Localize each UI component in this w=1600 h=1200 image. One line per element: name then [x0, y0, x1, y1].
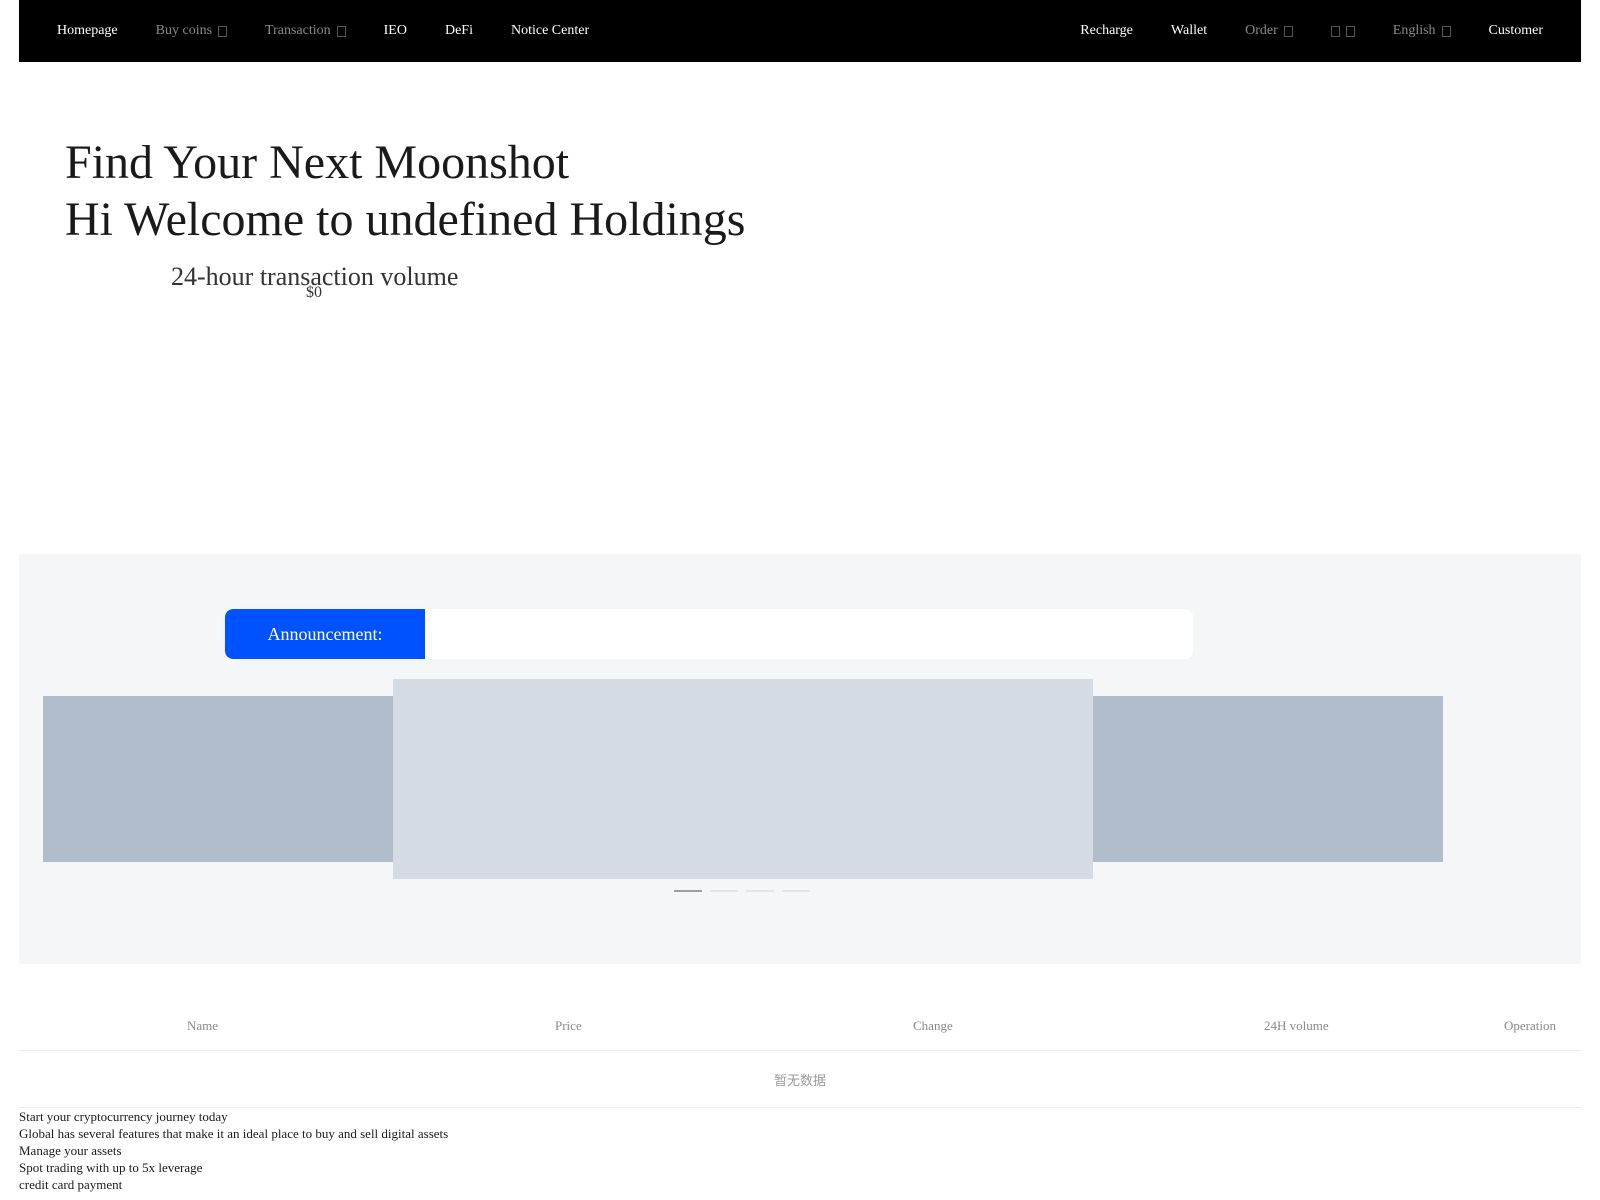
intro-line: Start your cryptocurrency journey today: [19, 1109, 228, 1124]
table-empty-row: 暂无数据: [19, 1051, 1581, 1108]
intro-line: Manage your assets: [19, 1143, 122, 1158]
nav-notice-center-label: Notice Center: [510, 23, 590, 38]
carousel-dot[interactable]: [746, 890, 774, 892]
nav-left-group: Homepage Buy coins Transaction IEO DeFi …: [19, 0, 627, 62]
user-icon: [1330, 25, 1340, 37]
nav-language-select[interactable]: English: [1393, 23, 1451, 39]
column-header-price[interactable]: Price: [555, 1018, 582, 1034]
nav-defi[interactable]: DeFi: [445, 23, 473, 39]
intro-line: Spot trading with up to 5x leverage: [19, 1160, 203, 1175]
chevron-down-icon: [1283, 25, 1293, 37]
nav-ieo-label: IEO: [383, 23, 407, 38]
hero-title: Find Your Next Moonshot Hi Welcome to un…: [65, 134, 745, 248]
announcement-bar[interactable]: Announcement:: [225, 609, 1193, 659]
nav-buy-coins[interactable]: Buy coins: [155, 23, 228, 39]
chevron-down-icon: [1345, 25, 1355, 37]
volume-value: $0: [306, 284, 322, 301]
nav-recharge-label: Recharge: [1080, 23, 1133, 38]
nav-wallet[interactable]: Wallet: [1171, 23, 1207, 39]
page: Homepage Buy coins Transaction IEO DeFi …: [0, 0, 1600, 1200]
nav-recharge[interactable]: Recharge: [1080, 23, 1133, 39]
carousel-slide-next[interactable]: [1093, 696, 1443, 862]
carousel-dot[interactable]: [782, 890, 810, 892]
hero-title-line1: Find Your Next Moonshot: [65, 136, 570, 189]
nav-right-group: Recharge Wallet Order English Customer: [1042, 0, 1581, 62]
chevron-down-icon: [1441, 25, 1451, 37]
nav-language-label: English: [1392, 23, 1436, 38]
carousel-slide-current[interactable]: [393, 679, 1093, 879]
column-header-name[interactable]: Name: [187, 1018, 218, 1034]
column-header-operation: Operation: [1504, 1018, 1556, 1033]
table-header: Name Price Change 24H volume Operation: [19, 1000, 1581, 1051]
carousel-slide-prev[interactable]: [43, 696, 393, 862]
nav-buy-coins-label: Buy coins: [155, 23, 213, 38]
nav-order-label: Order: [1245, 23, 1278, 38]
nav-user-menu[interactable]: [1330, 25, 1355, 37]
intro-line: Global has several features that make it…: [19, 1126, 449, 1141]
nav-ieo[interactable]: IEO: [384, 23, 407, 39]
carousel-dot[interactable]: [710, 890, 738, 892]
nav-homepage[interactable]: Homepage: [57, 23, 118, 39]
column-header-change[interactable]: Change: [913, 1018, 953, 1034]
banner-section: Announcement:: [19, 554, 1581, 964]
chevron-down-icon: [336, 25, 346, 37]
top-navbar: Homepage Buy coins Transaction IEO DeFi …: [19, 0, 1581, 62]
intro-line: credit card payment: [19, 1177, 123, 1192]
announcement-label: Announcement:: [225, 609, 425, 659]
nav-homepage-label: Homepage: [57, 23, 118, 38]
empty-text: 暂无数据: [773, 1073, 826, 1089]
nav-order[interactable]: Order: [1245, 23, 1293, 39]
market-table: Name Price Change 24H volume Operation 暂…: [19, 1000, 1581, 1108]
nav-transaction-label: Transaction: [265, 23, 331, 38]
carousel-dot[interactable]: [674, 890, 702, 892]
intro-section: Start your cryptocurrency journey today …: [19, 1108, 448, 1193]
column-header-24h-volume[interactable]: 24H volume: [1264, 1018, 1329, 1034]
nav-defi-label: DeFi: [444, 23, 473, 38]
nav-customer-label: Customer: [1488, 23, 1543, 38]
hero-title-line2: Hi Welcome to undefined Holdings: [65, 193, 746, 246]
chevron-down-icon: [218, 25, 228, 37]
nav-customer[interactable]: Customer: [1489, 23, 1543, 39]
carousel-indicators: [674, 890, 810, 892]
nav-wallet-label: Wallet: [1170, 23, 1208, 38]
nav-transaction[interactable]: Transaction: [265, 23, 346, 39]
nav-notice-center[interactable]: Notice Center: [511, 23, 589, 39]
